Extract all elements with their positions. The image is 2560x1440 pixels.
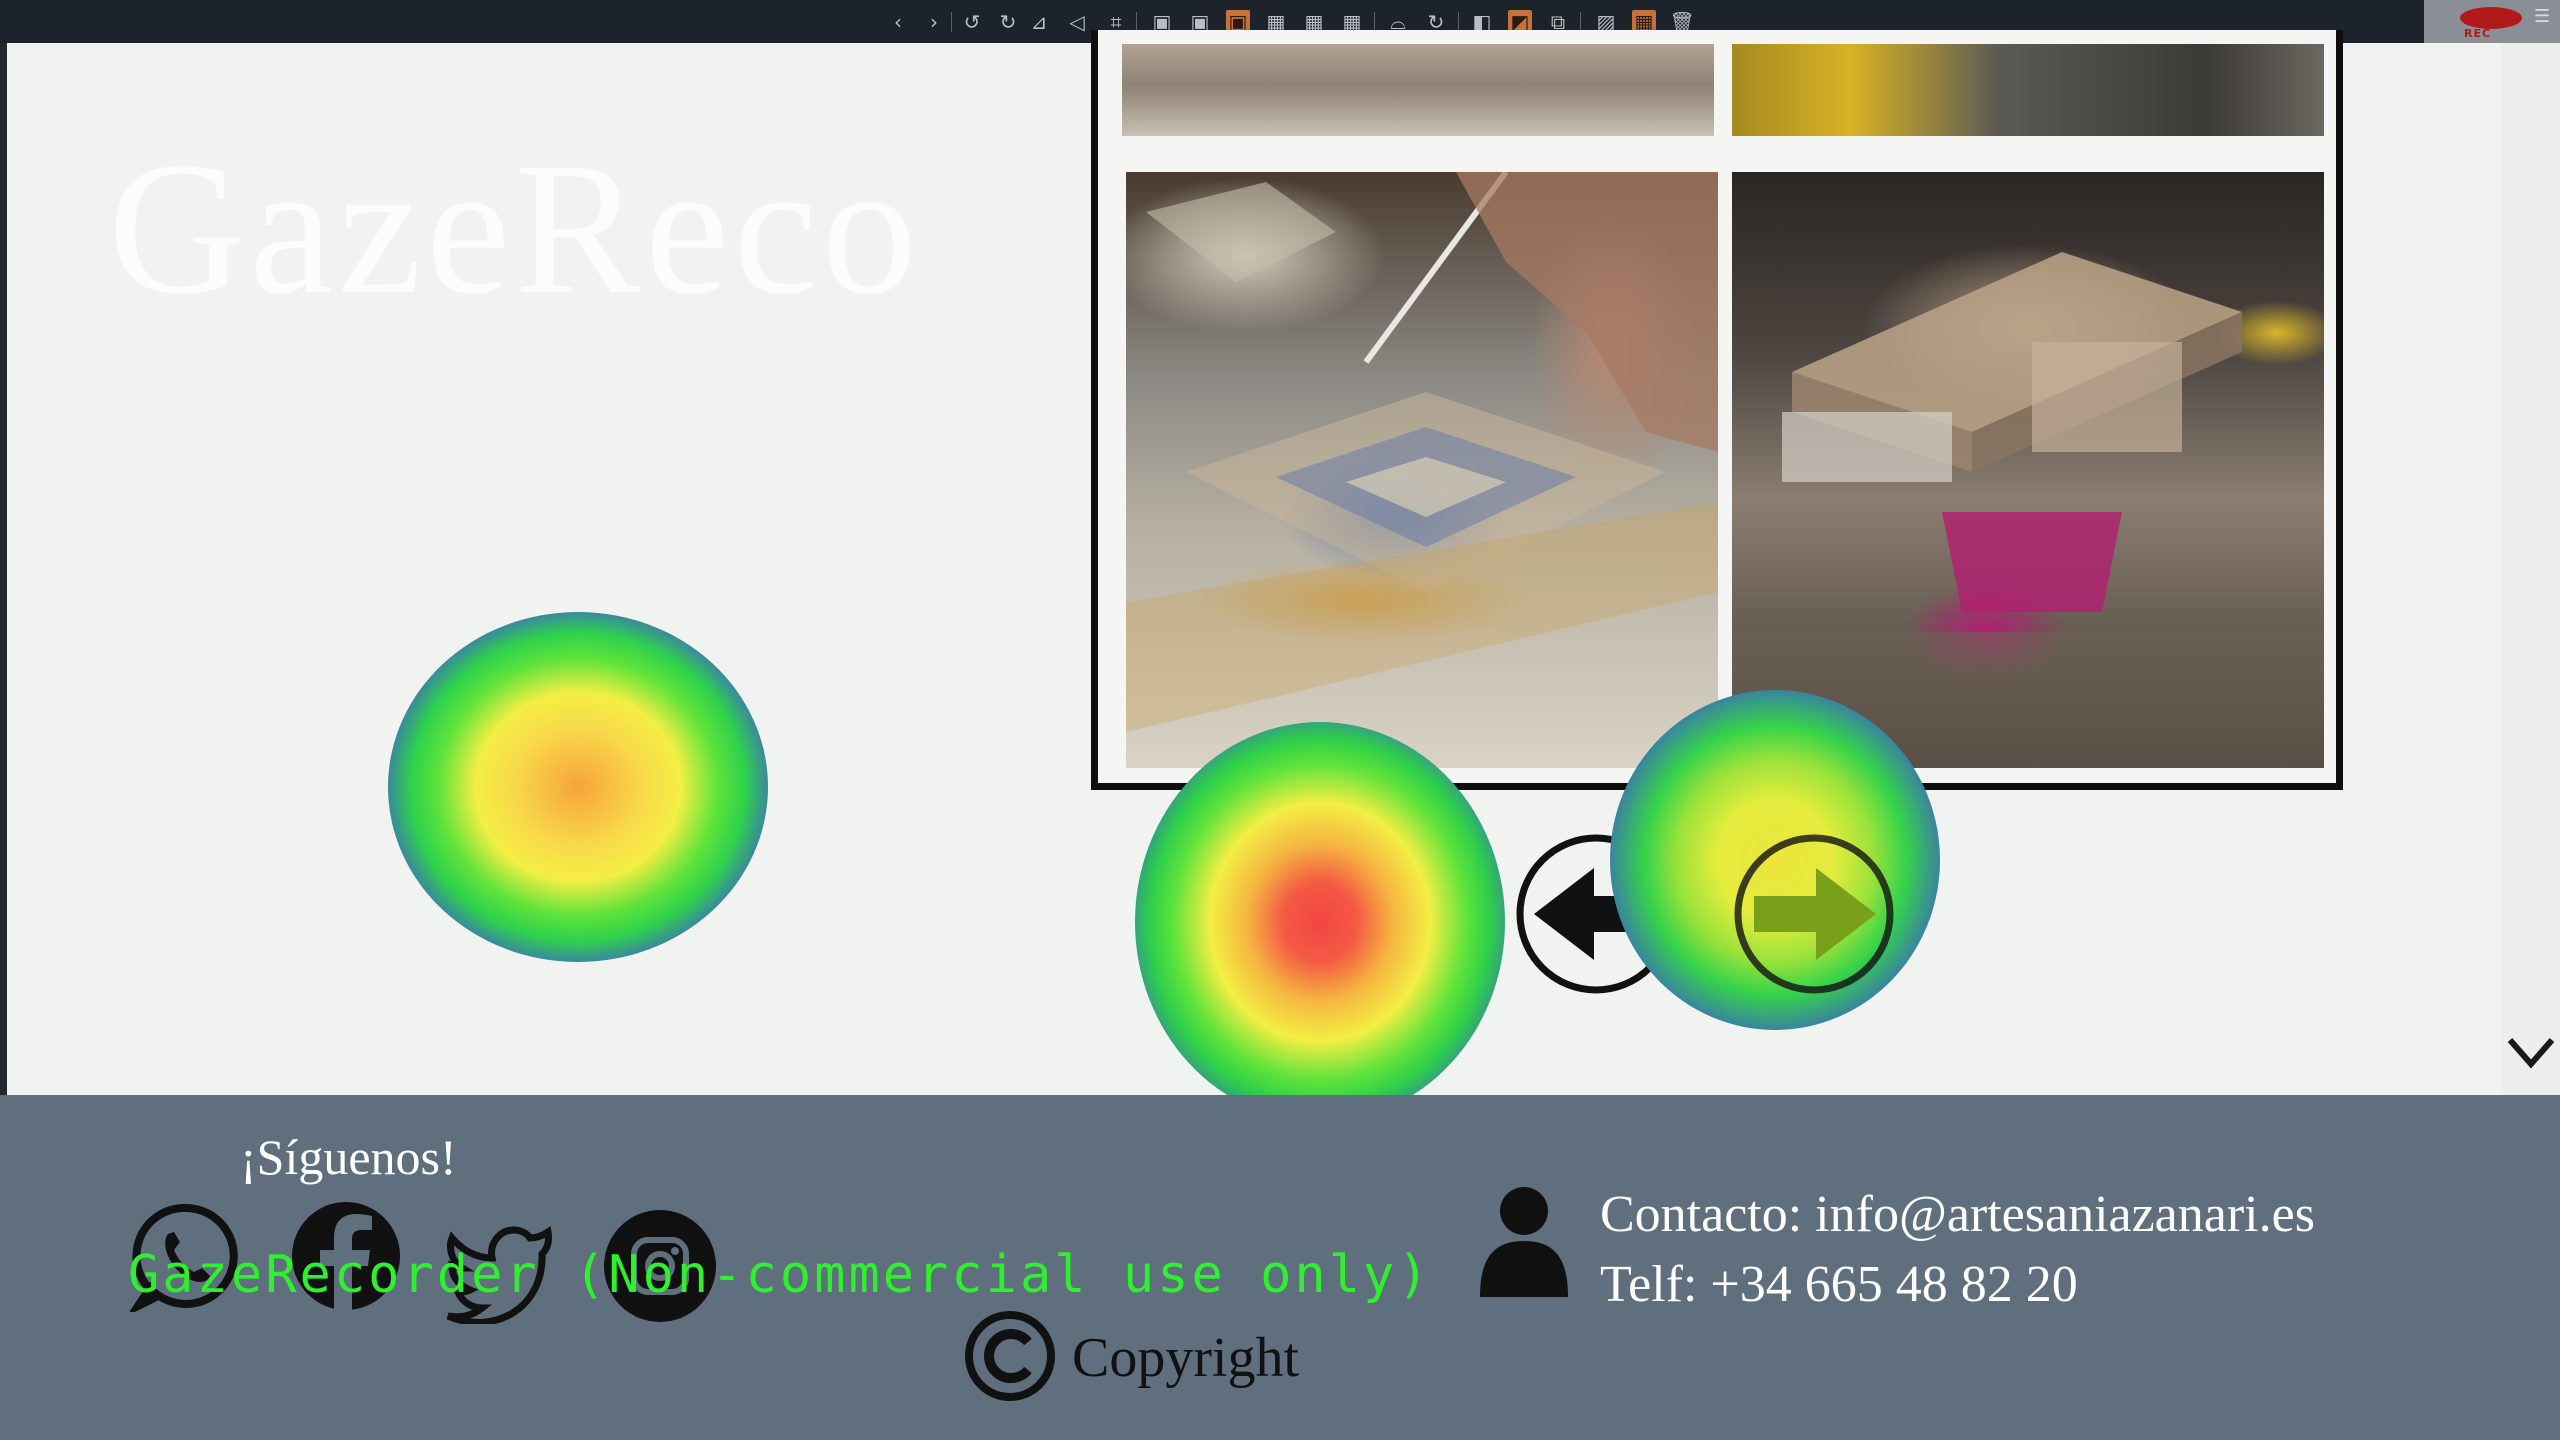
toolbar-separator: [1136, 12, 1137, 32]
chevron-down-icon: [2507, 1038, 2555, 1069]
menu-icon[interactable]: ☰: [2534, 8, 2554, 28]
contact-person-illustration: [1480, 1187, 1568, 1297]
record-label: REC: [2464, 27, 2492, 40]
copyright-icon: [964, 1310, 1056, 1402]
carved-block-illustration: [1732, 252, 2324, 768]
craft-photo-top-right[interactable]: [1732, 44, 2324, 136]
image-gallery: [1091, 30, 2343, 790]
record-dot-icon: [2460, 7, 2522, 29]
rotate-right-icon[interactable]: ↻: [996, 10, 1020, 34]
rotate-left-icon[interactable]: ↺: [960, 10, 984, 34]
contact-email[interactable]: Contacto: info@artesaniazanari.es: [1600, 1180, 2315, 1250]
arrow-right-icon: [1734, 834, 1894, 994]
carousel-prev-button[interactable]: [1516, 834, 1676, 994]
craft-photo-top-left[interactable]: [1122, 44, 1714, 136]
carousel-next-button[interactable]: [1734, 834, 1894, 994]
scroll-down-button[interactable]: [2504, 1024, 2558, 1084]
contact-phone[interactable]: Telf: +34 665 48 82 20: [1600, 1250, 2315, 1320]
toolbar-separator: [1374, 12, 1375, 32]
gazerecorder-notice: GazeRecorder (Non-commercial use only): [128, 1245, 1432, 1305]
follow-us-heading: ¡Síguenos!: [240, 1129, 457, 1185]
chevron-right-icon[interactable]: ›: [922, 10, 946, 34]
painted-tile-photo[interactable]: [1126, 172, 1718, 768]
toolbar-separator: [951, 12, 952, 32]
chevron-left-icon[interactable]: ‹: [886, 10, 910, 34]
carved-block-photo[interactable]: [1732, 172, 2324, 768]
gaze-heatmap-blob: [388, 612, 768, 962]
copyright-symbol: [965, 1311, 1055, 1401]
painted-tile-illustration: [1126, 172, 1718, 732]
person-icon: [1476, 1185, 1572, 1297]
record-indicator[interactable]: REC ☰: [2424, 0, 2560, 43]
toolbar-separator: [1458, 12, 1459, 32]
toolbar-separator: [1580, 12, 1581, 32]
gazerecorder-watermark: GazeReco: [108, 124, 921, 334]
arrow-left-icon: [1516, 834, 1676, 994]
contact-block: Contacto: info@artesaniazanari.es Telf: …: [1600, 1180, 2315, 1320]
page-scrollbar[interactable]: [2501, 43, 2560, 1095]
flip-vertical-icon[interactable]: ◁: [1065, 10, 1089, 34]
page-left-border: [0, 43, 7, 1095]
copyright-label: Copyright: [1072, 1327, 1300, 1389]
flip-horizontal-icon[interactable]: ⊿: [1027, 10, 1051, 34]
